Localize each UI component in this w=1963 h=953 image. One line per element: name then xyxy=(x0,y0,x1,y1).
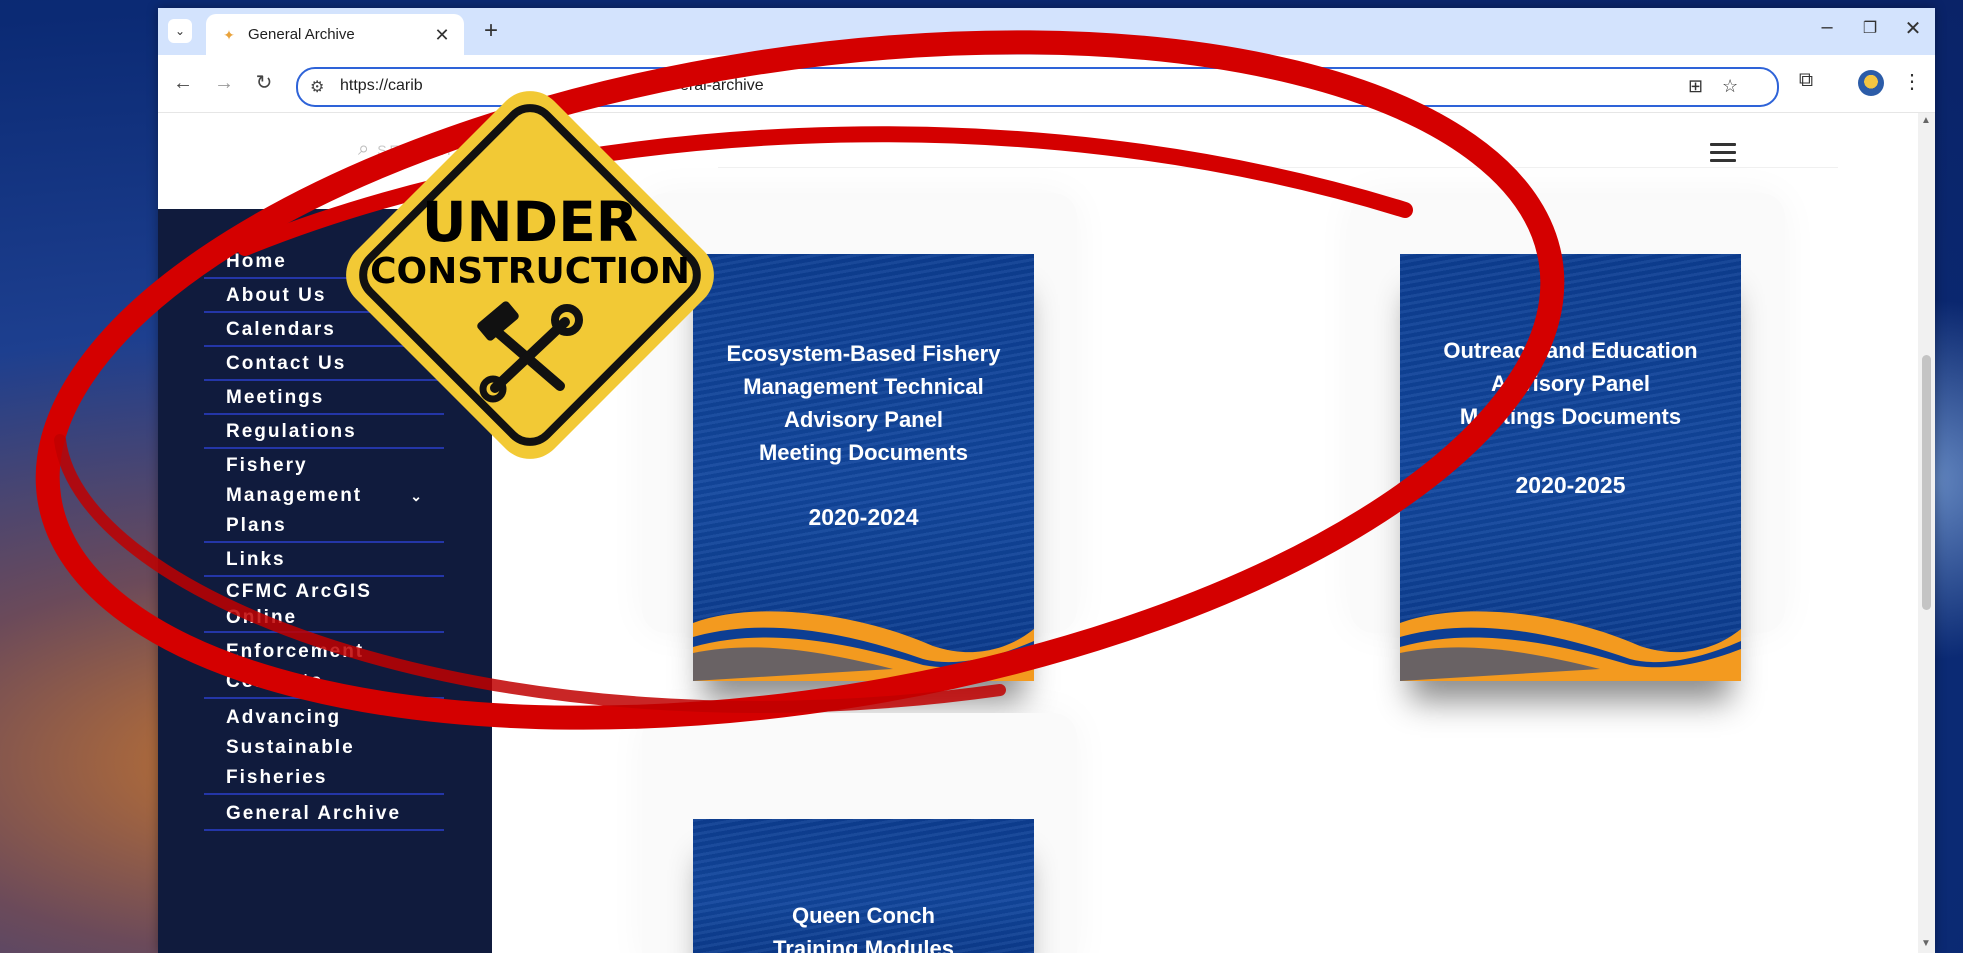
scroll-thumb[interactable] xyxy=(1922,355,1931,610)
sidebar-item-label-line: Sustainable xyxy=(226,737,355,758)
card-title-line: Meetings Documents xyxy=(1459,404,1682,429)
sidebar-item-label-line: Fishery xyxy=(226,455,308,476)
card-title-line: Advisory Panel xyxy=(1491,371,1650,396)
sidebar-item-label: Calendars xyxy=(226,319,336,340)
archive-card-ebfm[interactable]: Ecosystem-Based Fishery Management Techn… xyxy=(693,254,1034,681)
favicon-icon: ✦ xyxy=(223,26,235,43)
card-title-line: Meeting Documents xyxy=(758,440,969,465)
tab-search-icon[interactable]: ⌄ xyxy=(168,19,192,43)
sidebar-item-advancing-sustainable-fisheries[interactable]: Advancing Sustainable Fisheries xyxy=(204,703,444,795)
wave-graphic xyxy=(1400,611,1741,681)
card-years: 2020-2025 xyxy=(1515,472,1626,498)
divider xyxy=(718,167,1838,168)
sidebar-item-label: About Us xyxy=(226,285,327,306)
sign-line-construction: CONSTRUCTION xyxy=(370,251,690,292)
archive-card-outreach[interactable]: Outreach and Education Advisory Panel Me… xyxy=(1400,254,1741,681)
restore-icon[interactable]: ❐ xyxy=(1855,18,1885,38)
card-title: Ecosystem-Based Fishery Management Techn… xyxy=(693,337,1034,469)
sidebar-item-general-archive[interactable]: General Archive xyxy=(204,799,444,831)
browser-toolbar: ← → ↻ ⚙ https://carib eral-archive ⊞ ☆ ⧉… xyxy=(158,55,1935,113)
sidebar-item-contact-us[interactable]: Contact Us xyxy=(204,349,444,381)
scroll-up-icon[interactable]: ▲ xyxy=(1921,115,1931,126)
sidebar-item-label-line: Plans xyxy=(226,515,287,536)
minimize-icon[interactable]: – xyxy=(1812,16,1842,39)
card-title-line: Ecosystem-Based Fishery xyxy=(726,341,1001,366)
sidebar-item-cfmc-arcgis-online[interactable]: CFMC ArcGIS Online xyxy=(204,579,444,633)
card-title-line: Outreach and Education xyxy=(1443,338,1698,363)
scrollbar[interactable]: ▲ ▼ xyxy=(1918,113,1935,953)
reload-icon[interactable]: ↻ xyxy=(250,69,278,97)
sidebar-item-links[interactable]: Links xyxy=(204,545,444,577)
browser-tab[interactable]: ✦ General Archive ✕ xyxy=(206,14,464,55)
profile-avatar[interactable] xyxy=(1858,70,1884,96)
sidebar-item-label: Contact Us xyxy=(226,353,347,374)
card-title-line: Training Modules xyxy=(773,936,954,953)
sidebar-item-label-line: CFMC ArcGIS xyxy=(226,581,372,602)
browser-window: ⌄ ✦ General Archive ✕ + – ❐ ✕ ← → ↻ ⚙ ht… xyxy=(158,8,1935,953)
sidebar-item-label-line: Advancing xyxy=(226,707,342,728)
forward-icon[interactable]: → xyxy=(210,69,238,97)
sidebar-item-label: Home xyxy=(226,251,287,272)
url-text-end: eral-archive xyxy=(680,77,764,94)
sidebar-item-label: General Archive xyxy=(226,803,402,824)
address-bar[interactable]: ⚙ https://carib eral-archive ⊞ ☆ xyxy=(296,67,1779,107)
sidebar-item-calendars[interactable]: Calendars xyxy=(204,315,444,347)
close-tab-icon[interactable]: ✕ xyxy=(432,25,452,45)
card-title-line: Advisory Panel xyxy=(784,407,943,432)
url-text-start: https://carib xyxy=(340,77,423,94)
card-title: Queen Conch Training Modules xyxy=(693,899,1034,953)
hamburger-menu-icon[interactable] xyxy=(1710,143,1736,163)
card-title: Outreach and Education Advisory Panel Me… xyxy=(1400,334,1741,433)
card-title-line: Management Technical xyxy=(743,374,984,399)
sidebar-item-fishery-management-plans[interactable]: Fishery Management Plans ⌄ xyxy=(204,451,444,543)
sidebar-item-label-line: Fisheries xyxy=(226,767,328,788)
archive-card-queen-conch[interactable]: Queen Conch Training Modules xyxy=(693,819,1034,953)
sidebar-item-label-line: Contacts xyxy=(226,671,324,692)
new-tab-button[interactable]: + xyxy=(484,18,498,44)
sidebar-item-enforcement-contacts[interactable]: Enforcement Contacts xyxy=(204,637,444,699)
chevron-down-icon[interactable]: ⌄ xyxy=(410,481,424,511)
scroll-down-icon[interactable]: ▼ xyxy=(1921,938,1931,949)
sidebar-item-label-line: Enforcement xyxy=(226,641,365,662)
search-icon: ⌕ xyxy=(358,138,370,160)
bookmark-star-icon[interactable]: ☆ xyxy=(1722,76,1738,97)
card-years: 2020-2024 xyxy=(808,504,919,530)
close-window-icon[interactable]: ✕ xyxy=(1898,16,1928,41)
tab-strip: ⌄ ✦ General Archive ✕ + – ❐ ✕ xyxy=(158,8,1935,55)
wave-graphic xyxy=(693,611,1034,681)
menu-dots-icon[interactable]: ⋮ xyxy=(1898,69,1926,94)
card-title-line: Queen Conch xyxy=(791,903,935,928)
sidebar-item-label: Meetings xyxy=(226,387,325,408)
site-info-icon[interactable]: ⚙ xyxy=(310,77,324,97)
search-placeholder: SEARCH xyxy=(377,142,454,158)
sidebar-item-meetings[interactable]: Meetings xyxy=(204,383,444,415)
search-box[interactable]: ⌕ SEARCH xyxy=(358,138,454,161)
sidebar-item-label: Links xyxy=(226,549,286,570)
sidebar-item-regulations[interactable]: Regulations xyxy=(204,417,444,449)
sign-line-under: UNDER xyxy=(421,190,639,254)
back-icon[interactable]: ← xyxy=(169,69,197,97)
extensions-icon[interactable]: ⧉ xyxy=(1792,69,1820,92)
sidebar-item-label: Regulations xyxy=(226,421,357,442)
tab-title: General Archive xyxy=(248,26,355,43)
sidebar-item-label-line: Online xyxy=(226,607,298,628)
sidebar-nav: Home About Us Calendars Contact Us Meeti… xyxy=(158,209,492,953)
translate-icon[interactable]: ⊞ xyxy=(1688,76,1703,97)
